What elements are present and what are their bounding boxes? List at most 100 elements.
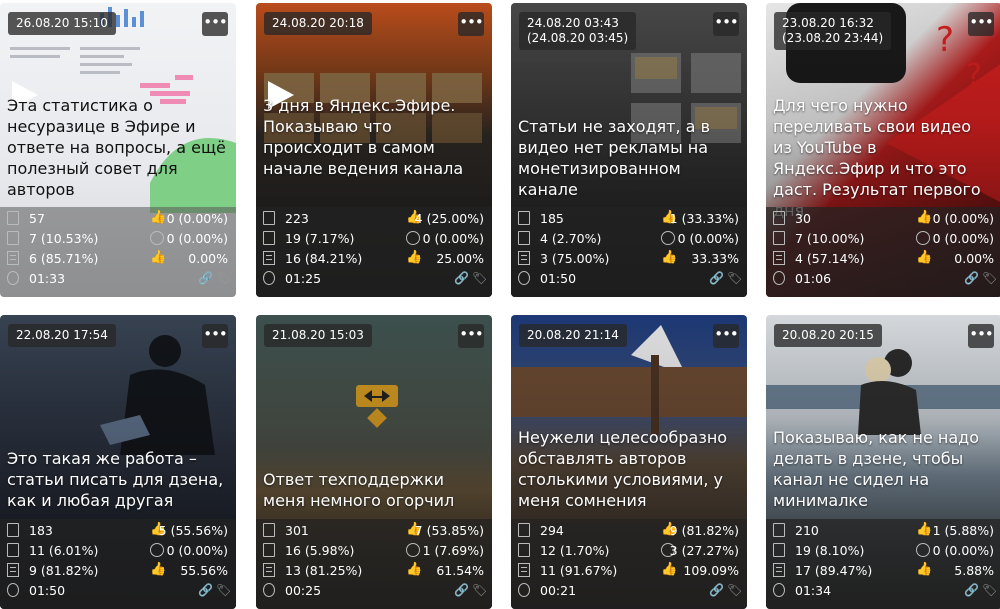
views-value: 301 [285,523,309,538]
publication-title[interactable]: Статьи не заходят, а в видео нет рекламы… [518,116,737,200]
publication-card[interactable]: ? ? 23.08.20 16:32 (23.08.20 23:44) ••• … [766,3,1000,297]
views-icon [7,523,19,537]
views-value: 185 [540,211,564,226]
link-icon[interactable]: 🔗 [198,271,213,285]
readthrough-value: 6 (85.71%) [29,251,99,266]
readthrough-icon [7,563,19,577]
tag-icon[interactable]: 🏷 [982,583,997,597]
publication-title[interactable]: Эта статистика о несуразице в Эфире и от… [7,95,226,200]
reads-icon [518,231,530,245]
publication-title[interactable]: Это такая же работа – статьи писать для … [7,448,226,511]
tag-icon[interactable]: 🏷 [982,271,997,285]
publish-date-badge: 20.08.20 21:14 [519,324,627,347]
likes-value: 1 (5.88%) [932,523,994,538]
reads-value: 12 (1.70%) [540,543,610,558]
more-options-button[interactable]: ••• [458,324,484,348]
publication-title[interactable]: Показываю, как не надо делать в дзене, ч… [773,427,992,511]
like-rate-value: 0.00% [954,251,994,266]
link-icon[interactable]: 🔗 [964,271,979,285]
like-icon: 👍 [150,210,167,225]
reads-icon [518,543,530,557]
publication-stats: 294 👍 9 (81.82%) 12 (1.70%) 3 (27.27%) 1… [511,519,747,609]
link-icon[interactable]: 🔗 [709,271,724,285]
like-rate-value: 33.33% [691,251,739,266]
likes-value: 9 (81.82%) [669,523,739,538]
publication-title[interactable]: Ответ техподдержки меня немного огорчил [263,469,482,511]
likes-value: 5 (55.56%) [158,523,228,538]
link-icon[interactable]: 🔗 [454,583,469,597]
publication-title[interactable]: Для чего нужно переливать свои видео из … [773,95,992,221]
readthrough-value: 11 (91.67%) [540,563,618,578]
read-time-value: 01:06 [795,271,832,286]
reads-icon [263,231,275,245]
reads-value: 11 (6.01%) [29,543,99,558]
link-icon[interactable]: 🔗 [198,583,213,597]
more-options-button[interactable]: ••• [713,324,739,348]
likes-value: 1 (33.33%) [669,211,739,226]
more-options-button[interactable]: ••• [968,12,994,36]
more-options-button[interactable]: ••• [968,324,994,348]
publication-title[interactable]: Неужели целесообразно обставлять авторов… [518,427,737,511]
link-icon[interactable]: 🔗 [454,271,469,285]
reads-icon [7,231,19,245]
like-rate-icon: 👍 [916,250,933,265]
read-time-value: 00:21 [540,583,577,598]
like-rate-value: 61.54% [436,563,484,578]
views-icon [773,211,785,225]
publication-card[interactable]: 22.08.20 17:54 ••• Это такая же работа –… [0,315,236,609]
comments-icon [406,231,420,245]
comments-value: 3 (27.27%) [669,543,739,558]
readthrough-icon [7,251,19,265]
tag-icon[interactable]: 🏷 [472,583,487,597]
publication-stats: 223 👍 4 (25.00%) 19 (7.17%) 0 (0.00%) 16… [256,207,492,297]
comments-value: 1 (7.69%) [422,543,484,558]
publication-card[interactable]: 20.08.20 20:15 ••• Показываю, как не над… [766,315,1000,609]
like-rate-value: 0.00% [188,251,228,266]
publish-date-badge: 21.08.20 15:03 [264,324,372,347]
like-rate-icon: 👍 [406,562,423,577]
publication-card[interactable]: 20.08.20 21:14 ••• Неужели целесообразно… [511,315,747,609]
publication-card[interactable]: 21.08.20 15:03 ••• Ответ техподдержки ме… [256,315,492,609]
reads-icon [773,543,785,557]
like-rate-icon: 👍 [916,562,933,577]
comments-icon [406,543,420,557]
likes-value: 0 (0.00%) [166,211,228,226]
comments-icon [150,231,164,245]
more-options-button[interactable]: ••• [202,324,228,348]
readthrough-value: 16 (84.21%) [285,251,363,266]
tag-icon[interactable]: 🏷 [727,271,742,285]
views-value: 294 [540,523,564,538]
readthrough-icon [263,563,275,577]
like-rate-icon: 👍 [406,250,423,265]
views-icon [773,523,785,537]
publication-card[interactable]: 26.08.20 15:10 ••• Эта статистика о несу… [0,3,236,297]
tag-icon[interactable]: 🏷 [472,271,487,285]
publish-date-badge: 23.08.20 16:32 (23.08.20 23:44) [774,12,892,50]
reads-icon [263,543,275,557]
readthrough-icon [518,251,530,265]
more-options-button[interactable]: ••• [458,12,484,36]
clock-icon [263,271,275,285]
publication-card[interactable]: 24.08.20 20:18 ••• 3 дня в Яндекс.Эфире.… [256,3,492,297]
comments-icon [150,543,164,557]
publication-title[interactable]: 3 дня в Яндекс.Эфире. Показываю что прои… [263,95,482,179]
views-icon [7,211,19,225]
publication-stats: 30 👍 0 (0.00%) 7 (10.00%) 0 (0.00%) 4 (5… [766,207,1000,297]
publication-card[interactable]: 24.08.20 03:43 (24.08.20 03:45) ••• Стат… [511,3,747,297]
publication-stats: 57 👍 0 (0.00%) 7 (10.53%) 0 (0.00%) 6 (8… [0,207,236,297]
publish-date-badge: 26.08.20 15:10 [8,12,116,35]
more-options-button[interactable]: ••• [713,12,739,36]
link-icon[interactable]: 🔗 [964,583,979,597]
like-icon: 👍 [916,210,933,225]
more-options-button[interactable]: ••• [202,12,228,36]
tag-icon[interactable]: 🏷 [727,583,742,597]
link-icon[interactable]: 🔗 [709,583,724,597]
readthrough-icon [518,563,530,577]
comments-icon [916,231,930,245]
publish-date-badge: 24.08.20 03:43 (24.08.20 03:45) [519,12,637,50]
tag-icon[interactable]: 🏷 [216,271,231,285]
tag-icon[interactable]: 🏷 [216,583,231,597]
readthrough-value: 13 (81.25%) [285,563,363,578]
reads-icon [7,543,19,557]
reads-value: 7 (10.53%) [29,231,99,246]
